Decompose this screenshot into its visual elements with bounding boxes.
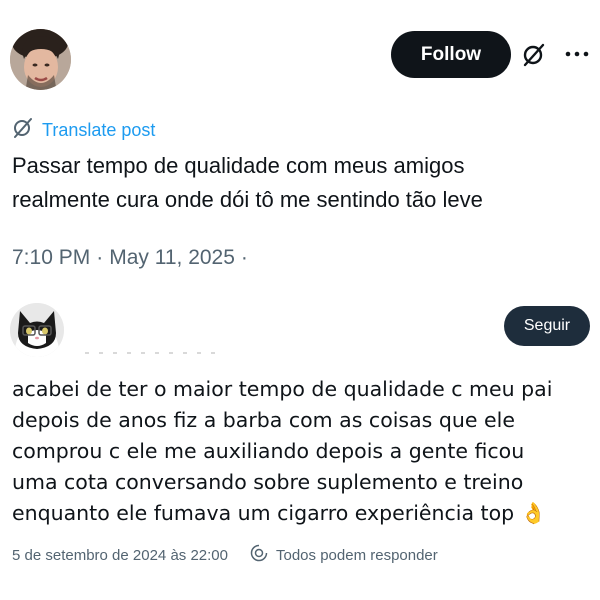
reply-timestamp[interactable]: 5 de setembro de 2024 às 22:00 [12, 547, 228, 564]
reply-text-line: enquanto ele fumava um cigarro experiênc… [12, 498, 597, 529]
grok-icon[interactable] [521, 42, 547, 68]
reply-text-line: depois de anos fiz a barba com as coisas… [12, 408, 515, 432]
translate-icon [12, 117, 34, 144]
seguir-button[interactable]: Seguir [504, 306, 590, 346]
reply-text-line-content: enquanto ele fumava um cigarro experiênc… [12, 501, 515, 525]
more-dots-icon[interactable] [564, 44, 590, 64]
reply-permission-label: Todos podem responder [276, 546, 438, 564]
reply-author-avatar[interactable] [10, 303, 64, 357]
post-time: 7:10 PM [12, 246, 91, 269]
translate-label: Translate post [42, 119, 156, 140]
reply-text: acabei de ter o maior tempo de qualidade… [12, 374, 597, 529]
follow-button[interactable]: Follow [391, 31, 511, 78]
post-text-line: Passar tempo de qualidade com meus amigo… [12, 153, 465, 178]
meta-separator: · [240, 246, 248, 269]
meta-separator: · [96, 246, 104, 269]
post-text: Passar tempo de qualidade com meus amigo… [12, 149, 592, 217]
ok-hand-emoji: 👌 [520, 501, 547, 525]
reply-text-line: comprou c ele me auxiliando depois a gen… [12, 439, 525, 463]
reply-meta: 5 de setembro de 2024 às 22:00 Todos pod… [12, 544, 438, 566]
faded-username-placeholder [85, 352, 215, 354]
post-date: May 11, 2025 [109, 246, 235, 269]
post-text-line: realmente cura onde dói tô me sentindo t… [12, 187, 483, 212]
reply-text-line: uma cota conversando sobre suplemento e … [12, 470, 524, 494]
post-timestamp[interactable]: 7:10 PM · May 11, 2025 · [12, 246, 248, 270]
author-avatar[interactable] [10, 29, 71, 90]
translate-post-link[interactable]: Translate post [12, 117, 155, 143]
reply-text-line: acabei de ter o maior tempo de qualidade… [12, 377, 553, 401]
reply-permission-icon [250, 544, 268, 566]
